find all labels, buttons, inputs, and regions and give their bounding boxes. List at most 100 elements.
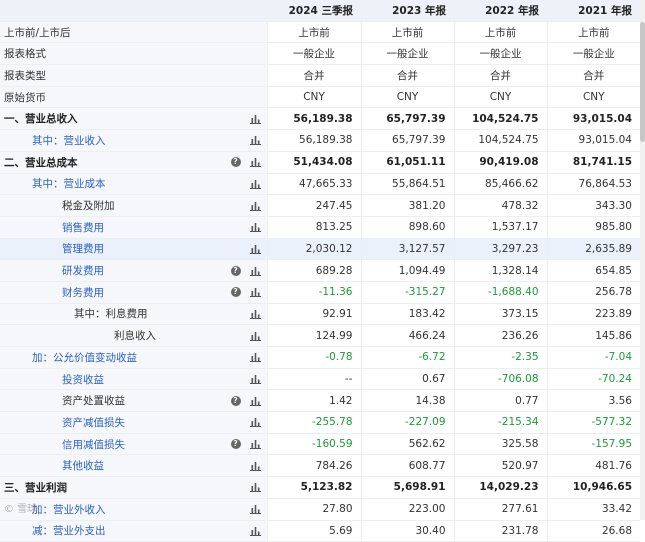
bar-chart-icon[interactable] [249, 331, 261, 341]
bar-chart-icon[interactable] [249, 287, 261, 298]
value-cell: -1,688.40 [453, 281, 547, 304]
value-cell: 上市前 [453, 21, 547, 44]
value-cell: 5.69 [266, 520, 361, 542]
table-row: 报表类型 合并 合并 合并 合并 [0, 64, 640, 87]
row-label[interactable]: 其中：营业成本 [4, 178, 106, 190]
value-cell: 1.42 [266, 389, 361, 413]
row-label: 税金及附加 [62, 200, 115, 213]
bar-chart-icon[interactable] [249, 439, 261, 450]
row-label-cell: 税金及附加 [0, 194, 267, 217]
value-cell: 92.91 [266, 303, 361, 326]
row-label: 利息收入 [114, 330, 156, 343]
column-header[interactable]: 2024 三季报 [267, 0, 361, 22]
question-circle-icon[interactable]: ? [230, 157, 241, 168]
value-cell: 325.58 [453, 433, 547, 456]
row-label[interactable]: 减：营业外支出 [4, 525, 106, 537]
value-cell: 183.42 [360, 303, 454, 326]
bar-chart-icon[interactable] [249, 461, 261, 471]
row-label[interactable]: 其他收益 [4, 460, 104, 472]
column-header[interactable]: 2021 年报 [547, 0, 640, 22]
question-circle-icon[interactable]: ? [230, 265, 241, 276]
scrollbar-thumb[interactable] [640, 22, 645, 142]
value-cell: 61,051.11 [360, 151, 454, 174]
bar-chart-icon[interactable] [249, 417, 261, 428]
question-circle-icon[interactable]: ? [230, 287, 241, 298]
value-cell: -160.59 [266, 433, 361, 456]
value-cell: -11.36 [266, 281, 361, 304]
bar-chart-icon[interactable] [249, 179, 261, 189]
table-row: 二、营业总成本? 51,434.08 61,051.11 90,419.08 81,74… [0, 151, 640, 174]
row-label[interactable]: 销售费用 [4, 222, 104, 234]
value-cell: 5,123.82 [266, 476, 361, 499]
row-label[interactable]: 管理费用 [4, 243, 104, 255]
table-row: 财务费用? -11.36 -315.27 -1,688.40 256.78 [0, 281, 640, 304]
table-row: 其中：利息费用 92.91 183.42 373.15 223.89 [0, 303, 640, 326]
value-cell: 343.30 [546, 194, 640, 217]
bar-chart-icon[interactable] [249, 201, 261, 211]
bar-chart-icon[interactable] [249, 504, 261, 515]
value-cell: -157.95 [546, 433, 640, 456]
value-cell: -6.72 [360, 346, 454, 369]
row-label[interactable]: 信用减值损失 [4, 439, 125, 451]
value-cell: 一般企业 [546, 42, 640, 66]
column-header[interactable]: 2022 年报 [454, 0, 547, 22]
value-cell: 124.99 [266, 324, 361, 347]
row-label[interactable]: 投资收益 [4, 374, 104, 386]
header-row: 2024 三季报 2023 年报 2022 年报 2021 年报 [0, 0, 640, 22]
value-cell: 1,537.17 [453, 216, 547, 239]
bar-chart-icon[interactable] [249, 526, 261, 536]
value-cell: -577.32 [546, 411, 640, 434]
row-label: 原始货币 [4, 91, 46, 104]
value-cell: 51,434.08 [266, 151, 361, 174]
table-row: 减：营业外支出 5.69 30.40 231.78 26.68 [0, 520, 640, 542]
value-cell: 合并 [453, 64, 547, 87]
bar-chart-icon[interactable] [249, 374, 261, 385]
question-circle-icon[interactable]: ? [230, 395, 241, 406]
value-cell: 上市前 [266, 21, 361, 44]
row-label-cell: 加：营业外收入 [0, 498, 267, 521]
table-row: 税金及附加 247.45 381.20 478.32 343.30 [0, 194, 640, 217]
row-label-cell: 原始货币 [0, 86, 267, 109]
value-cell: 65,797.39 [360, 129, 454, 152]
row-label[interactable]: 其中：营业收入 [4, 135, 106, 147]
value-cell: 33.42 [546, 498, 640, 521]
row-label: 报表格式 [4, 48, 46, 61]
row-label[interactable]: 资产减值损失 [4, 417, 125, 429]
row-label[interactable]: 加：公允价值变动收益 [4, 352, 137, 364]
table-row: 上市前/上市后 上市前 上市前 上市前 上市前 [0, 21, 640, 44]
question-circle-icon[interactable]: ? [230, 439, 241, 450]
table-row: 加：公允价值变动收益 -0.78 -6.72 -2.35 -7.04 [0, 346, 640, 369]
bar-chart-icon[interactable] [249, 309, 261, 319]
value-cell: 478.32 [453, 194, 547, 217]
value-cell: 3.56 [546, 389, 640, 413]
value-cell: 93,015.04 [546, 129, 640, 152]
value-cell: 26.68 [546, 520, 640, 542]
value-cell: 76,864.53 [546, 173, 640, 196]
vertical-scrollbar[interactable] [640, 0, 645, 520]
table-row: 信用减值损失? -160.59 562.62 325.58 -157.95 [0, 433, 640, 456]
bar-chart-icon[interactable] [249, 482, 261, 493]
value-cell: 2,030.12 [266, 238, 361, 261]
value-cell: 56,189.38 [266, 107, 361, 131]
value-cell: 466.24 [360, 324, 454, 347]
bar-chart-icon[interactable] [249, 135, 261, 146]
row-label[interactable]: 研发费用 [4, 265, 104, 277]
table-row: 加：营业外收入 27.80 223.00 277.61 33.42 [0, 498, 640, 521]
value-cell: 654.85 [546, 259, 640, 282]
column-header[interactable]: 2023 年报 [361, 0, 454, 22]
bar-chart-icon[interactable] [249, 352, 261, 363]
income-statement-table: 2024 三季报 2023 年报 2022 年报 2021 年报 上市前/上市后… [0, 0, 640, 542]
value-cell: 0.67 [360, 368, 454, 391]
bar-chart-icon[interactable] [249, 266, 261, 276]
value-cell: CNY [546, 86, 640, 109]
value-cell: 上市前 [360, 21, 454, 44]
row-label[interactable]: 财务费用 [4, 287, 104, 299]
row-label-cell: 一、营业总收入 [0, 107, 267, 131]
bar-chart-icon[interactable] [249, 114, 261, 124]
bar-chart-icon[interactable] [249, 157, 261, 168]
value-cell: 合并 [546, 64, 640, 87]
bar-chart-icon[interactable] [249, 222, 261, 233]
row-label-cell: 投资收益 [0, 368, 267, 391]
bar-chart-icon[interactable] [249, 396, 261, 406]
bar-chart-icon[interactable] [249, 244, 261, 254]
